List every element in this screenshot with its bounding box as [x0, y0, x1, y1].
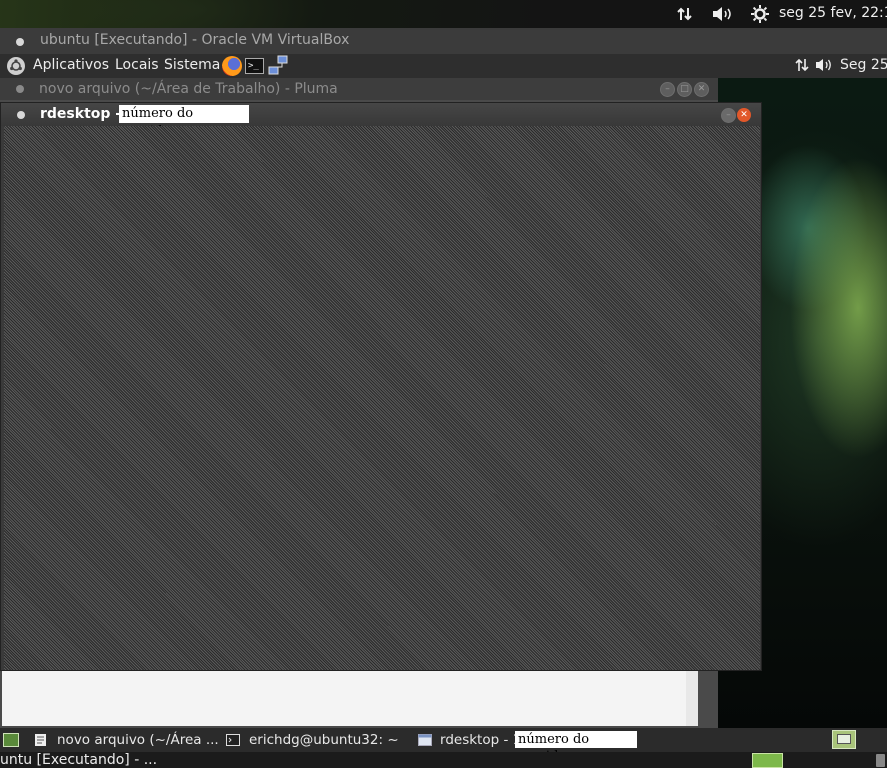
taskbar-item-pluma[interactable]: novo arquivo (~/Área ... [34, 728, 219, 752]
minimize-icon[interactable]: – [660, 82, 675, 97]
pluma-text-area[interactable] [2, 668, 686, 726]
menu-locais[interactable]: Locais [115, 57, 159, 73]
firefox-launcher-icon[interactable] [222, 56, 242, 76]
virtualbox-window-title: ubuntu [Executando] - Oracle VM VirtualB… [40, 32, 350, 48]
workspace-switcher[interactable] [832, 730, 856, 749]
pluma-scrollbar[interactable] [686, 668, 698, 726]
window-menu-icon[interactable] [16, 38, 24, 46]
pluma-window-title: novo arquivo (~/Área de Trabalho) - Plum… [39, 81, 338, 97]
menu-aplicativos[interactable]: Aplicativos [33, 57, 109, 73]
terminal-launcher-icon[interactable]: >_ [245, 58, 264, 74]
trash-icon[interactable] [876, 754, 885, 767]
rdesktop-titlebar[interactable]: rdesktop - 1 número do servidor – ✕ [1, 103, 761, 139]
virtualbox-window-titlebar[interactable]: ubuntu [Executando] - Oracle VM VirtualB… [0, 28, 887, 54]
guest-taskbar: novo arquivo (~/Área ... erichdg@ubuntu3… [0, 728, 887, 764]
taskbar-item-rdesktop[interactable]: rdesktop - 1 [418, 728, 521, 752]
window-icon [418, 734, 432, 746]
taskbar-item-label: novo arquivo (~/Área ... [57, 732, 219, 748]
taskbar-item-label: rdesktop - 1 [440, 732, 522, 748]
window-menu-icon[interactable] [16, 85, 24, 93]
close-icon[interactable]: ✕ [737, 108, 751, 122]
gear-icon[interactable] [750, 4, 770, 24]
rdesktop-window[interactable]: rdesktop - 1 número do servidor – ✕ [0, 102, 762, 671]
ubuntu-logo-icon[interactable] [7, 57, 25, 75]
remote-desktop-canvas[interactable] [4, 126, 760, 670]
pluma-titlebar[interactable]: novo arquivo (~/Área de Trabalho) - Plum… [0, 78, 718, 100]
maximize-icon[interactable]: □ [677, 82, 692, 97]
host-workspace-switcher[interactable] [752, 753, 783, 768]
server-number-label: número do servidor [119, 105, 249, 139]
host-taskbar: untu [Executando] - ... [0, 752, 887, 768]
taskbar-item-label: erichdg@ubuntu32: ~ [249, 732, 399, 748]
menu-sistema[interactable]: Sistema [164, 57, 220, 73]
window-menu-icon[interactable] [17, 111, 25, 119]
guest-clock[interactable]: Seg 25 f [840, 57, 887, 73]
minimize-icon[interactable]: – [721, 108, 736, 123]
close-icon[interactable]: ✕ [694, 82, 709, 97]
network-arrows-icon[interactable] [674, 4, 696, 24]
volume-icon[interactable] [710, 4, 734, 24]
guest-top-panel: Aplicativos Locais Sistema >_ Seg 25 f [0, 54, 887, 78]
host-clock[interactable]: seg 25 fev, 22:16 [779, 5, 887, 21]
guest-volume-icon[interactable] [815, 58, 833, 76]
taskbar-item-terminal[interactable]: erichdg@ubuntu32: ~ [226, 728, 399, 752]
host-taskbar-item-virtualbox[interactable]: untu [Executando] - ... [0, 752, 157, 768]
server-number-label: número do servidor [515, 731, 637, 764]
show-desktop-icon[interactable] [3, 733, 19, 747]
terminal-icon [226, 734, 240, 746]
text-editor-icon [35, 734, 46, 746]
host-top-panel: seg 25 fev, 22:16 [0, 0, 887, 28]
guest-network-icon[interactable] [795, 58, 809, 76]
